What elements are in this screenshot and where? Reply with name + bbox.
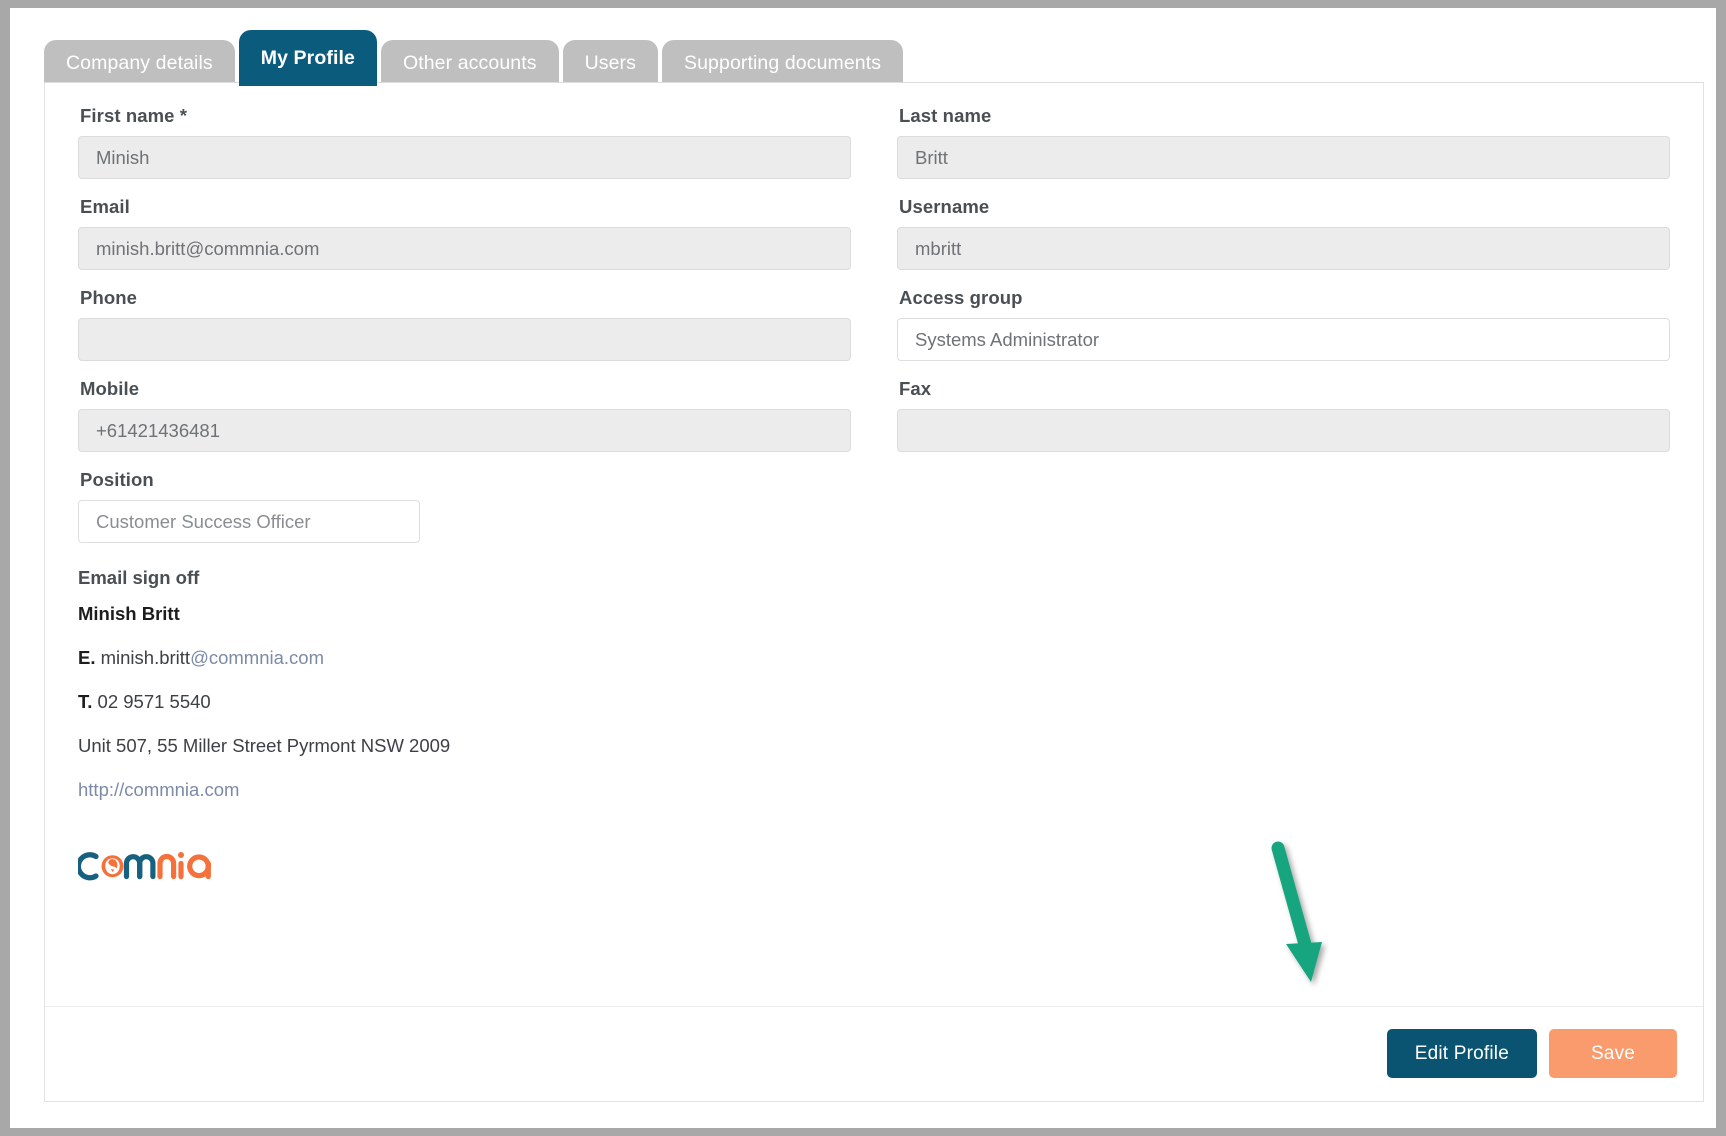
username-input[interactable] xyxy=(897,227,1670,270)
signature-email-prefix: E. xyxy=(78,647,96,668)
email-input[interactable] xyxy=(78,227,851,270)
save-button[interactable]: Save xyxy=(1549,1029,1677,1078)
tab-label: Company details xyxy=(66,51,213,74)
form-col-right: Fax xyxy=(897,378,1670,469)
position-label: Position xyxy=(80,469,154,490)
access-group-label: Access group xyxy=(899,287,1023,308)
form-footer: Edit Profile Save xyxy=(45,1006,1703,1101)
field-access-group: Access group xyxy=(897,287,1670,361)
commnia-logo-svg xyxy=(78,852,211,881)
first-name-label: First name * xyxy=(80,105,188,126)
form-col-left: Email xyxy=(78,196,851,287)
last-name-input[interactable] xyxy=(897,136,1670,179)
first-name-input[interactable] xyxy=(78,136,851,179)
profile-form: First name * Last name xyxy=(78,105,1670,889)
phone-input[interactable] xyxy=(78,318,851,361)
app-window-content: Company details My Profile Other account… xyxy=(32,8,1716,1120)
access-group-input[interactable] xyxy=(897,318,1670,361)
tab-other-accounts[interactable]: Other accounts xyxy=(380,40,559,86)
profile-panel: First name * Last name xyxy=(44,82,1704,1102)
field-position: Position xyxy=(78,469,851,543)
position-input[interactable] xyxy=(78,500,420,543)
form-row-mobile-fax: Mobile Fax xyxy=(78,378,1670,469)
form-row-names: First name * Last name xyxy=(78,105,1670,196)
phone-label: Phone xyxy=(80,287,138,308)
signature-phone-line: T. 02 9571 5540 xyxy=(78,691,1670,713)
field-username: Username xyxy=(897,196,1670,270)
signature-email-line: E. minish.britt@commnia.com xyxy=(78,647,1670,669)
form-col-right: Last name xyxy=(897,105,1670,196)
tab-label: Other accounts xyxy=(402,51,537,74)
form-row-email-username: Email Username xyxy=(78,196,1670,287)
form-row-phone-access: Phone Access group xyxy=(78,287,1670,378)
signature-website-link[interactable]: http://commnia.com xyxy=(78,779,1670,801)
tab-label: My Profile xyxy=(260,46,355,69)
fax-label: Fax xyxy=(899,378,932,399)
form-col-left: Mobile xyxy=(78,378,851,469)
form-col-left: First name * xyxy=(78,105,851,196)
email-signature-block: Email sign off Minish Britt E. minish.br… xyxy=(78,567,1670,801)
app-window: Company details My Profile Other account… xyxy=(10,8,1716,1128)
signature-email-local: minish.britt xyxy=(100,647,191,668)
form-col-left: Position xyxy=(78,469,851,560)
signature-email-value: minish.britt@commnia.com xyxy=(101,647,324,668)
field-email: Email xyxy=(78,196,851,270)
form-col-right: Access group xyxy=(897,287,1670,378)
signature-phone-prefix: T. xyxy=(78,691,93,712)
tab-bar: Company details My Profile Other account… xyxy=(44,26,904,86)
footer-button-group: Edit Profile Save xyxy=(1386,1029,1677,1078)
field-phone: Phone xyxy=(78,287,851,361)
tab-company-details[interactable]: Company details xyxy=(44,40,235,86)
form-col-right: Username xyxy=(897,196,1670,287)
form-col-left: Phone xyxy=(78,287,851,378)
username-label: Username xyxy=(899,196,990,217)
email-label: Email xyxy=(80,196,130,217)
mobile-input[interactable] xyxy=(78,409,851,452)
field-first-name: First name * xyxy=(78,105,851,179)
fax-input[interactable] xyxy=(897,409,1670,452)
field-last-name: Last name xyxy=(897,105,1670,179)
form-col-right-empty xyxy=(897,469,1670,560)
signature-phone-value: 02 9571 5540 xyxy=(97,691,211,712)
last-name-label: Last name xyxy=(899,105,992,126)
tab-supporting-documents[interactable]: Supporting documents xyxy=(662,40,904,86)
mobile-label: Mobile xyxy=(80,378,140,399)
email-sign-off-label: Email sign off xyxy=(78,567,200,588)
tab-label: Supporting documents xyxy=(684,51,882,74)
edit-profile-button[interactable]: Edit Profile xyxy=(1386,1029,1537,1078)
signature-name: Minish Britt xyxy=(78,603,180,624)
commnia-logo xyxy=(78,843,1670,889)
signature-email-domain: @commnia.com xyxy=(190,647,324,668)
field-mobile: Mobile xyxy=(78,378,851,452)
tab-label: Users xyxy=(584,51,636,74)
form-row-position: Position xyxy=(78,469,1670,560)
field-fax: Fax xyxy=(897,378,1670,452)
tab-my-profile[interactable]: My Profile xyxy=(238,30,377,86)
tab-users[interactable]: Users xyxy=(562,40,658,86)
signature-address: Unit 507, 55 Miller Street Pyrmont NSW 2… xyxy=(78,735,451,756)
